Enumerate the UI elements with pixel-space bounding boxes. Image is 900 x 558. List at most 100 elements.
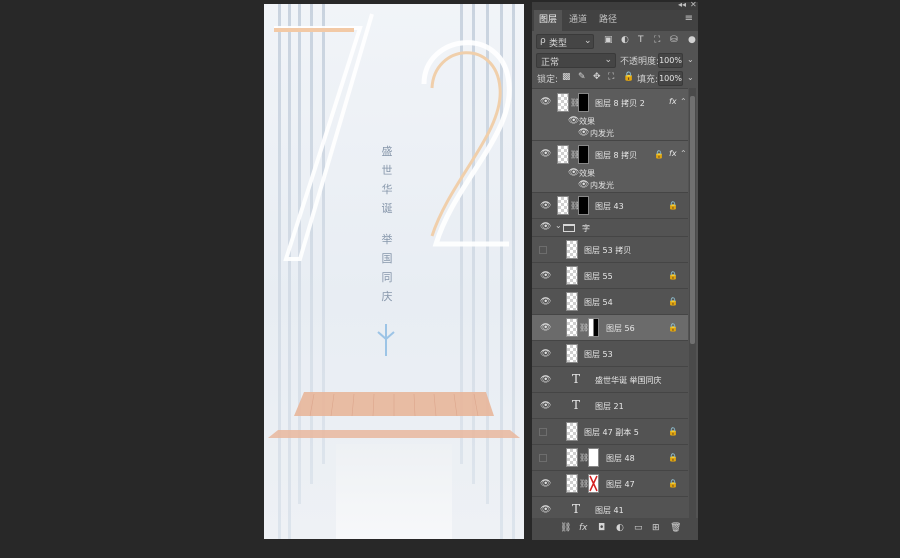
- eye-icon[interactable]: 👁: [540, 297, 551, 307]
- lock-artboard-icon[interactable]: ⛶: [608, 72, 614, 82]
- layer-name[interactable]: 图层 55: [584, 271, 613, 282]
- fx-icon[interactable]: fx: [669, 149, 677, 158]
- new-group-icon[interactable]: ▭: [634, 523, 643, 533]
- layer-name[interactable]: 图层 56: [606, 323, 635, 334]
- layer-mask-thumbnail[interactable]: [578, 93, 589, 112]
- filter-type-icon[interactable]: T: [638, 35, 644, 45]
- layer-name[interactable]: 盛世华诞 举国同庆: [595, 375, 662, 386]
- layer-name[interactable]: 图层 41: [595, 505, 624, 516]
- lock-icon: 🔒: [668, 201, 678, 210]
- layer-name[interactable]: 图层 47 副本 5: [584, 427, 639, 438]
- chevron-down-icon[interactable]: ⌄: [687, 73, 694, 82]
- tab-channels[interactable]: 通道: [564, 10, 592, 31]
- close-icon[interactable]: ✕: [690, 0, 697, 9]
- opacity-label: 不透明度:: [620, 57, 660, 67]
- layer-mask-thumbnail[interactable]: [578, 145, 589, 164]
- layer-row[interactable]: 图层 53 拷贝: [532, 236, 688, 262]
- eye-icon[interactable]: 👁: [540, 201, 551, 211]
- add-style-icon[interactable]: fx: [579, 523, 588, 533]
- layer-name[interactable]: 图层 43: [595, 201, 624, 212]
- layers-footer-toolbar: ⛓ fx ◘ ◐ ▭ ⊞ 🗑: [532, 518, 698, 540]
- layer-name[interactable]: 图层 8 拷贝: [595, 150, 637, 161]
- fx-icon[interactable]: fx: [669, 97, 677, 106]
- layer-mask-thumbnail[interactable]: [588, 474, 599, 493]
- visibility-toggle[interactable]: [539, 454, 547, 462]
- opacity-input[interactable]: 100%: [658, 53, 683, 68]
- layer-name[interactable]: 图层 21: [595, 401, 624, 412]
- eye-icon[interactable]: 👁: [568, 168, 579, 178]
- eye-icon[interactable]: 👁: [578, 180, 589, 190]
- filter-kind-select[interactable]: ρ 类型 ⌄: [536, 34, 594, 49]
- layer-row[interactable]: 👁 T 图层 41: [532, 496, 688, 518]
- eye-icon[interactable]: 👁: [568, 116, 579, 126]
- eye-icon[interactable]: 👁: [540, 271, 551, 281]
- filter-kind-label: 类型: [549, 39, 568, 49]
- eye-icon[interactable]: 👁: [540, 97, 551, 107]
- effect-name[interactable]: 内发光: [590, 180, 614, 191]
- layer-name[interactable]: 图层 8 拷贝 2: [595, 98, 645, 109]
- lock-all-icon[interactable]: 🔒: [623, 72, 634, 82]
- filter-shape-icon[interactable]: ⛶: [654, 35, 660, 45]
- tab-paths[interactable]: 路径: [594, 10, 622, 31]
- layer-group-row[interactable]: 👁 ⌄ 字: [532, 218, 688, 236]
- eye-icon[interactable]: 👁: [540, 479, 551, 489]
- layer-mask-thumbnail[interactable]: [578, 196, 589, 215]
- panel-menu-icon[interactable]: ≡: [685, 13, 693, 24]
- layer-mask-thumbnail[interactable]: [588, 448, 599, 467]
- link-layers-icon[interactable]: ⛓: [560, 523, 571, 533]
- layer-name[interactable]: 图层 53 拷贝: [584, 245, 631, 256]
- layer-row[interactable]: 👁 ⛓ 图层 47 🔒: [532, 470, 688, 496]
- layer-row[interactable]: 👁 T 盛世华诞 举国同庆: [532, 366, 688, 392]
- chevron-down-icon[interactable]: ⌄: [555, 221, 562, 230]
- layer-row[interactable]: 👁 图层 53: [532, 340, 688, 366]
- filter-adjustment-icon[interactable]: ◐: [621, 35, 629, 45]
- visibility-toggle[interactable]: [539, 428, 547, 436]
- tab-layers[interactable]: 图层: [534, 10, 563, 31]
- collapse-icon[interactable]: ◂◂: [678, 0, 686, 9]
- layer-row[interactable]: ⛓ 图层 48 🔒: [532, 444, 688, 470]
- visibility-toggle[interactable]: [539, 246, 547, 254]
- layer-name[interactable]: 图层 53: [584, 349, 613, 360]
- layer-name[interactable]: 图层 47: [606, 479, 635, 490]
- filter-toggle-icon[interactable]: ●: [688, 35, 696, 45]
- eye-icon[interactable]: 👁: [540, 375, 551, 385]
- filter-smart-object-icon[interactable]: ⛁: [670, 35, 678, 45]
- layer-row[interactable]: 图层 47 副本 5 🔒: [532, 418, 688, 444]
- blend-mode-select[interactable]: 正常 ⌄: [536, 53, 616, 68]
- layer-row[interactable]: 👁 ⛓ 图层 43 🔒: [532, 192, 688, 218]
- eye-icon[interactable]: 👁: [540, 349, 551, 359]
- layer-row[interactable]: 👁 ⛓ 图层 8 拷贝 🔒 fx ⌃ 👁 效果 👁 内发光: [532, 140, 688, 192]
- filter-pixel-icon[interactable]: ▣: [604, 35, 613, 45]
- chevron-up-icon[interactable]: ⌃: [680, 149, 687, 158]
- eye-icon[interactable]: 👁: [540, 505, 551, 515]
- add-mask-icon[interactable]: ◘: [598, 523, 605, 533]
- layers-scrollbar[interactable]: [689, 88, 696, 518]
- chevron-down-icon[interactable]: ⌄: [687, 55, 694, 64]
- eye-icon[interactable]: 👁: [578, 128, 589, 138]
- new-adjustment-icon[interactable]: ◐: [616, 523, 624, 533]
- new-layer-icon[interactable]: ⊞: [652, 523, 660, 533]
- layer-row[interactable]: 👁 图层 54 🔒: [532, 288, 688, 314]
- eye-icon[interactable]: 👁: [540, 149, 551, 159]
- eye-icon[interactable]: 👁: [540, 323, 551, 333]
- trash-icon[interactable]: 🗑: [670, 523, 681, 533]
- layer-name[interactable]: 图层 48: [606, 453, 635, 464]
- layer-name[interactable]: 图层 54: [584, 297, 613, 308]
- layer-mask-thumbnail[interactable]: [588, 318, 599, 337]
- lock-image-icon[interactable]: ✎: [578, 72, 586, 82]
- lock-transparent-icon[interactable]: ▩: [562, 72, 571, 82]
- eye-icon[interactable]: 👁: [540, 222, 551, 232]
- fill-input[interactable]: 100%: [658, 71, 683, 86]
- layer-row[interactable]: 👁 ⛓ 图层 8 拷贝 2 fx ⌃ 👁 效果 👁 内发光: [532, 88, 688, 140]
- chevron-up-icon[interactable]: ⌃: [680, 97, 687, 106]
- layer-row[interactable]: 👁 图层 55 🔒: [532, 262, 688, 288]
- effect-name[interactable]: 内发光: [590, 128, 614, 139]
- scrollbar-thumb[interactable]: [690, 96, 695, 344]
- layer-row[interactable]: 👁 T 图层 21: [532, 392, 688, 418]
- group-name[interactable]: 字: [582, 223, 590, 234]
- eye-icon[interactable]: 👁: [540, 401, 551, 411]
- lock-position-icon[interactable]: ✥: [593, 72, 601, 82]
- lock-row: 锁定: ▩ ✎ ✥ ⛶ 🔒 填充: 100% ⌄: [532, 70, 698, 88]
- document-canvas[interactable]: 盛 世 华 诞 举 国 同 庆: [264, 4, 524, 539]
- layer-row-selected[interactable]: 👁 ⛓ 图层 56 🔒: [532, 314, 688, 340]
